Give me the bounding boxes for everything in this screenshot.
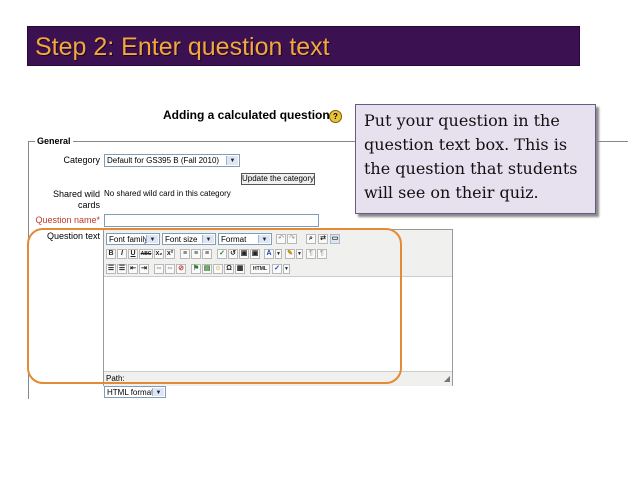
category-select[interactable]: Default for GS395 B (Fall 2010) ▼ [104, 154, 240, 167]
question-name-input[interactable] [104, 214, 319, 227]
wildcards-label-line1: Shared wild [52, 189, 100, 199]
chevron-down-icon: ▼ [226, 156, 238, 165]
category-label: Category [63, 155, 100, 165]
instruction-callout: Put your question in the question text b… [355, 104, 596, 214]
question-name-label: Question name* [35, 215, 100, 225]
category-select-value: Default for GS395 B (Fall 2010) [107, 156, 220, 165]
chevron-down-icon: ▼ [152, 388, 164, 396]
update-category-button[interactable]: Update the category [241, 173, 315, 185]
page-title: Adding a calculated question [163, 108, 330, 122]
help-icon[interactable]: ? [329, 110, 342, 123]
text-format-select[interactable]: HTML format ▼ [104, 386, 166, 398]
highlight-annotation-box [27, 228, 402, 384]
resize-handle-icon[interactable]: ◢ [444, 374, 450, 383]
wildcards-label-line2: cards [77, 200, 100, 210]
slide-title-banner: Step 2: Enter question text [27, 26, 580, 66]
wildcards-value: No shared wild card in this category [104, 189, 231, 198]
slide-title: Step 2: Enter question text [35, 33, 330, 61]
fieldset-legend-general[interactable]: General [35, 136, 73, 146]
